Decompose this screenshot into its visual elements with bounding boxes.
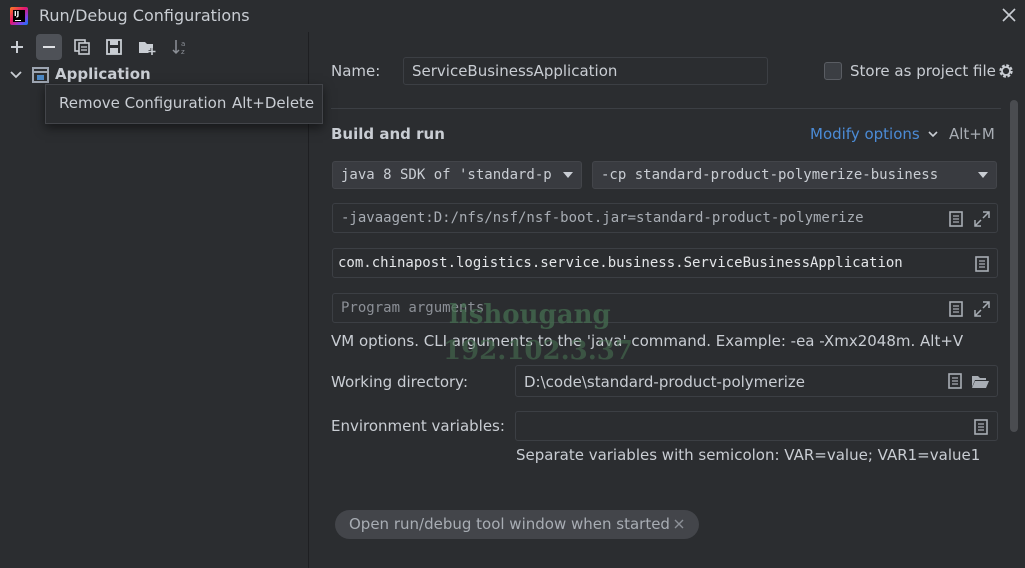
remove-button[interactable] (36, 34, 62, 60)
vm-options-hint: VM options. CLI arguments to the 'java' … (331, 332, 964, 350)
dropdown-arrow-icon (563, 172, 573, 178)
remove-configuration-tooltip: Remove Configuration Alt+Delete (45, 84, 323, 124)
environment-variables-hint: Separate variables with semicolon: VAR=v… (516, 446, 981, 464)
close-icon (1002, 8, 1016, 22)
plus-icon (11, 41, 23, 53)
application-icon (32, 67, 49, 83)
document-icon[interactable] (947, 210, 965, 228)
document-icon[interactable] (973, 255, 991, 273)
window-title: Run/Debug Configurations (39, 6, 250, 25)
configuration-editor: Name: ServiceBusinessApplication Store a… (310, 32, 1025, 568)
jdk-value: java 8 SDK of 'standard-pro (341, 167, 551, 183)
jdk-select[interactable]: java 8 SDK of 'standard-pro (332, 161, 582, 189)
classpath-select[interactable]: -cp standard-product-polymerize-business (592, 161, 997, 189)
working-directory-value: D:\code\standard-product-polymerize (524, 373, 805, 391)
divider (331, 108, 1001, 109)
main-class-input[interactable]: com.chinapost.logistics.service.business… (332, 248, 998, 278)
store-as-project-file-checkbox[interactable] (824, 62, 842, 80)
document-icon[interactable] (947, 300, 965, 318)
new-folder-button[interactable] (134, 34, 160, 60)
tooltip-shortcut: Alt+Delete (232, 94, 315, 112)
watermark-ip: 192.102.3.37 (443, 336, 633, 366)
environment-variables-input[interactable] (515, 411, 998, 441)
vertical-scrollbar[interactable] (1010, 100, 1018, 432)
name-input[interactable]: ServiceBusinessApplication (403, 57, 768, 85)
name-value: ServiceBusinessApplication (412, 62, 618, 80)
svg-text:z: z (181, 48, 185, 56)
save-icon (106, 39, 122, 55)
watermark-user: lishougang (449, 300, 611, 330)
close-button[interactable] (998, 4, 1020, 26)
minus-icon (43, 46, 55, 48)
section-title: Build and run (331, 125, 445, 143)
intellij-logo-icon: IJ (10, 7, 28, 25)
add-button[interactable] (4, 34, 30, 60)
dropdown-arrow-icon (978, 172, 988, 178)
open-tool-window-chip[interactable]: Open run/debug tool window when started (335, 510, 699, 539)
title-bar: IJ Run/Debug Configurations (0, 0, 1025, 32)
program-arguments-input[interactable]: Program arguments (332, 293, 998, 323)
classpath-value: -cp standard-product-polymerize-business (601, 167, 939, 183)
store-as-project-file-label[interactable]: Store as project file (850, 62, 996, 80)
expand-icon[interactable] (973, 210, 991, 228)
copy-icon (74, 39, 90, 55)
copy-button[interactable] (69, 34, 95, 60)
chip-label: Open run/debug tool window when started (349, 515, 670, 533)
tree-item-application[interactable]: Application (0, 64, 308, 86)
document-icon[interactable] (972, 418, 990, 436)
save-button[interactable] (101, 34, 127, 60)
chevron-down-icon[interactable] (927, 128, 939, 140)
gear-icon[interactable] (997, 62, 1015, 80)
sort-alpha-icon: a z (172, 40, 185, 56)
main-class-value: com.chinapost.logistics.service.business… (338, 255, 903, 271)
close-icon[interactable] (672, 517, 686, 531)
tooltip-text: Remove Configuration (59, 94, 227, 112)
name-label: Name: (331, 62, 381, 80)
sort-button[interactable]: a z (167, 34, 193, 60)
svg-text:a: a (181, 40, 185, 48)
modify-options-shortcut: Alt+M (949, 125, 995, 143)
vm-options-input[interactable]: -javaagent:D:/nfs/nsf/nsf-boot.jar=stand… (332, 203, 998, 233)
environment-variables-label: Environment variables: (331, 417, 505, 435)
working-directory-label: Working directory: (331, 373, 469, 391)
working-directory-input[interactable]: D:\code\standard-product-polymerize (515, 365, 998, 397)
folder-open-icon[interactable] (971, 372, 989, 390)
expand-icon[interactable] (973, 300, 991, 318)
chevron-down-icon[interactable] (8, 67, 24, 83)
document-icon[interactable] (946, 372, 964, 390)
modify-options-link[interactable]: Modify options (810, 125, 920, 143)
folder-add-icon (139, 42, 156, 55)
vm-options-value: -javaagent:D:/nfs/nsf/nsf-boot.jar=stand… (341, 210, 864, 226)
tree-item-label: Application (55, 65, 151, 83)
